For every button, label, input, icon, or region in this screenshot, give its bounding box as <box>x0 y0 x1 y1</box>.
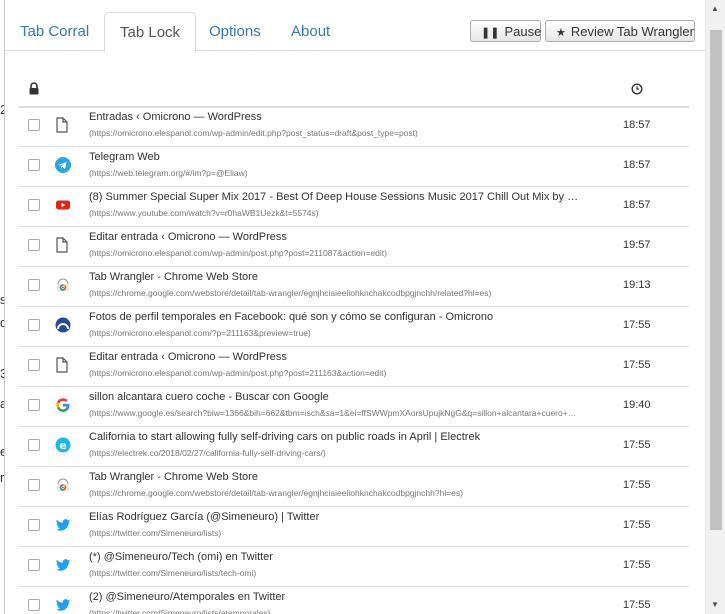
pause-button[interactable]: ❚❚ Pause <box>470 20 541 42</box>
tab-tab-lock[interactable]: Tab Lock <box>104 12 197 52</box>
telegram-icon <box>55 157 71 173</box>
lock-checkbox[interactable] <box>28 479 40 491</box>
tab-title: Tab Wrangler - Chrome Web Store <box>89 471 258 483</box>
chrome-web-store-icon <box>55 277 71 293</box>
lock-checkbox[interactable] <box>28 159 40 171</box>
scrollbar-thumb[interactable] <box>710 30 722 530</box>
tab-title: Telegram Web <box>89 151 160 163</box>
tab-url: (https://omicrono.elespanol.com/wp-admin… <box>89 248 387 258</box>
tab-title: Editar entrada ‹ Omicrono — WordPress <box>89 231 287 243</box>
twitter-icon <box>55 557 71 573</box>
lock-checkbox[interactable] <box>28 199 40 211</box>
tab-title: (8) Summer Special Super Mix 2017 - Best… <box>89 191 579 203</box>
review-button-label: Review Tab Wrangler <box>570 24 694 39</box>
tab-time: 17:55 <box>623 319 651 331</box>
lock-checkbox[interactable] <box>28 279 40 291</box>
twitter-icon <box>55 517 71 533</box>
table-row: Tab Wrangler - Chrome Web Store (https://… <box>19 267 689 307</box>
table-row: Editar entrada ‹ Omicrono — WordPress (ht… <box>19 347 689 387</box>
google-icon <box>55 397 71 413</box>
table-row: Editar entrada ‹ Omicrono — WordPress (ht… <box>19 227 689 267</box>
tab-time: 18:57 <box>623 159 651 171</box>
lock-checkbox[interactable] <box>28 319 40 331</box>
table-row: (8) Summer Special Super Mix 2017 - Best… <box>19 187 689 227</box>
tab-title: (2) @Simeneuro/Atemporales en Twitter <box>89 591 286 603</box>
twitter-icon <box>55 597 71 613</box>
tab-title: California to start allowing fully self-… <box>89 431 481 443</box>
lock-checkbox[interactable] <box>28 119 40 131</box>
tab-url: (https://chrome.google.com/webstore/deta… <box>89 288 492 298</box>
tab-title: Elías Rodríguez García (@Simeneuro) | Tw… <box>89 511 320 523</box>
lock-checkbox[interactable] <box>28 239 40 251</box>
scroll-down-arrow-icon[interactable]: ▼ <box>711 600 719 609</box>
pause-button-label: Pause <box>504 24 542 39</box>
tab-time: 17:55 <box>623 359 651 371</box>
table-row: (2) @Simeneuro/Atemporales en Twitter (ht… <box>19 587 689 614</box>
tab-url: (https://twitter.com/Simeneuro/lists/tec… <box>89 568 257 578</box>
tab-url: (https://omicrono.elespanol.com/wp-admin… <box>89 128 418 138</box>
lock-icon <box>28 82 40 100</box>
tab-time: 19:57 <box>623 239 651 251</box>
pause-icon: ❚❚ <box>481 27 500 39</box>
omicrono-icon <box>55 317 71 333</box>
lock-checkbox[interactable] <box>28 439 40 451</box>
tab-time: 17:55 <box>623 479 651 491</box>
tab-url: (https://www.youtube.com/watch?v=r0haWB1… <box>89 208 319 218</box>
lock-checkbox[interactable] <box>28 559 40 571</box>
table-row: sillon alcantara cuero coche - Buscar co… <box>19 387 689 427</box>
tab-title: sillon alcantara cuero coche - Buscar co… <box>89 391 329 403</box>
lock-checkbox[interactable] <box>28 519 40 531</box>
chrome-web-store-icon <box>55 477 71 493</box>
tab-url: (https://chrome.google.com/webstore/deta… <box>89 488 463 498</box>
tab-url: (https://web.telegram.org/#/im?p=@Eliaw) <box>89 168 248 178</box>
electrek-icon: e <box>55 437 71 453</box>
tab-options[interactable]: Options <box>194 12 276 50</box>
star-icon: ★ <box>556 27 566 39</box>
table-row: e California to start allowing fully self… <box>19 427 689 467</box>
lock-checkbox[interactable] <box>28 599 40 611</box>
table-header <box>19 74 689 108</box>
tab-time: 18:57 <box>623 119 651 131</box>
lock-checkbox[interactable] <box>28 399 40 411</box>
tab-wrangler-popup: Tab Corral Tab Lock Options About ❚❚ Paus… <box>4 0 707 614</box>
locked-tabs-list: Entradas ‹ Omicrono — WordPress (https://… <box>19 107 689 614</box>
scroll-up-arrow-icon[interactable]: ▲ <box>711 4 719 13</box>
table-row: Tab Wrangler - Chrome Web Store (https://… <box>19 467 689 507</box>
table-row: Fotos de perfil temporales en Facebook: … <box>19 307 689 347</box>
tab-time: 17:55 <box>623 519 651 531</box>
tab-url: (https://omicrono.elespanol.com/?p=21116… <box>89 328 311 338</box>
tab-bar: Tab Corral Tab Lock Options About ❚❚ Paus… <box>5 12 706 52</box>
document-icon <box>55 237 71 253</box>
table-row: (*) @Simeneuro/Tech (omi) en Twitter (htt… <box>19 547 689 587</box>
tab-title: Editar entrada ‹ Omicrono — WordPress <box>89 351 287 363</box>
tab-about[interactable]: About <box>276 12 345 50</box>
tab-time: 19:13 <box>623 279 651 291</box>
tab-url: (https://www.google.es/search?biw=1366&b… <box>89 408 579 418</box>
tab-time: 17:55 <box>623 439 651 451</box>
document-icon <box>55 357 71 373</box>
tab-tab-corral[interactable]: Tab Corral <box>5 12 104 50</box>
tab-title: Fotos de perfil temporales en Facebook: … <box>89 311 494 323</box>
clock-icon <box>631 82 643 100</box>
table-row: Entradas ‹ Omicrono — WordPress (https://… <box>19 107 689 147</box>
tab-url: (https://electrek.co/2018/02/27/californ… <box>89 448 326 458</box>
tab-url: (https://twitter.com/Simeneuro/lists) <box>89 528 222 538</box>
lock-checkbox[interactable] <box>28 359 40 371</box>
tab-time: 19:40 <box>623 399 651 411</box>
tab-url: (https://twitter.com/Simeneuro/lists/ate… <box>89 608 271 614</box>
review-tab-wrangler-button[interactable]: ★ Review Tab Wrangler <box>545 20 695 42</box>
scrollbar[interactable]: ▲ ▼ <box>705 0 725 614</box>
table-row: Elías Rodríguez García (@Simeneuro) | Tw… <box>19 507 689 547</box>
tab-time: 17:55 <box>623 599 651 611</box>
tab-url: (https://omicrono.elespanol.com/wp-admin… <box>89 368 387 378</box>
document-icon <box>55 117 71 133</box>
tab-title: (*) @Simeneuro/Tech (omi) en Twitter <box>89 551 273 563</box>
svg-text:e: e <box>59 439 66 452</box>
youtube-icon <box>55 197 71 213</box>
tab-title: Tab Wrangler - Chrome Web Store <box>89 271 258 283</box>
tab-time: 17:55 <box>623 559 651 571</box>
table-row: Telegram Web (https://web.telegram.org/#/… <box>19 147 689 187</box>
tab-title: Entradas ‹ Omicrono — WordPress <box>89 111 262 123</box>
tab-time: 18:57 <box>623 199 651 211</box>
